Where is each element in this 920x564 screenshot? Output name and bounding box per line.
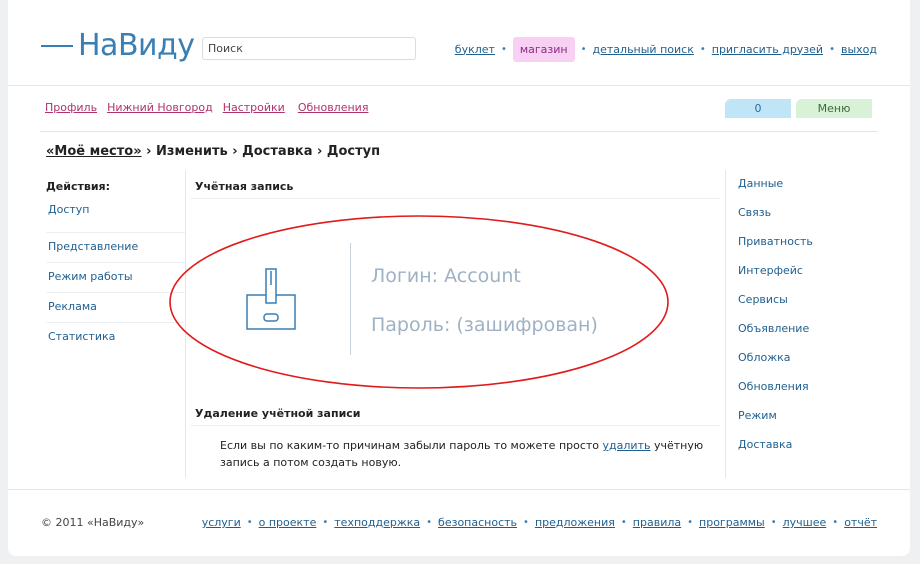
footer-link-programs[interactable]: программы — [699, 516, 765, 529]
logo-text: НаВиду — [78, 28, 195, 63]
nav-logout-link[interactable]: выход — [841, 43, 877, 56]
bullet-icon: • — [246, 517, 253, 528]
top-nav: буклет • магазин • детальный поиск • при… — [455, 36, 877, 62]
bullet-icon: • — [322, 517, 329, 528]
right-item-label: Режим — [738, 409, 777, 422]
actions-title: Действия: — [46, 180, 110, 193]
footer-divider — [8, 489, 910, 490]
right-item-label: Приватность — [738, 235, 813, 248]
subnav-profile-link[interactable]: Профиль — [45, 101, 97, 114]
bullet-icon: • — [770, 517, 777, 528]
bullet-icon: • — [829, 43, 835, 55]
search-input[interactable] — [202, 37, 416, 60]
footer-link-about[interactable]: о проекте — [259, 516, 317, 529]
delete-account-title: Удаление учётной записи — [195, 407, 361, 420]
right-item-label: Объявление — [738, 322, 810, 335]
right-item-mode[interactable]: Режим — [738, 409, 813, 438]
breadcrumb: «Моё место» › Изменить › Доставка › Дост… — [46, 144, 380, 159]
footer-link-best[interactable]: лучшее — [783, 516, 827, 529]
footer-link-services[interactable]: услуги — [202, 516, 241, 529]
footer-link-security[interactable]: безопасность — [438, 516, 517, 529]
right-item-label: Сервисы — [738, 293, 788, 306]
footer-link-report[interactable]: отчёт — [844, 516, 877, 529]
right-item-privacy[interactable]: Приватность — [738, 235, 813, 264]
right-item-cover[interactable]: Обложка — [738, 351, 813, 380]
subnav-divider — [40, 131, 878, 132]
logo-dash-icon — [41, 44, 73, 47]
menu-button[interactable]: Меню — [796, 99, 872, 118]
nav-shop-link[interactable]: магазин — [512, 36, 575, 62]
notification-counter[interactable]: 0 — [725, 99, 791, 118]
bullet-icon: • — [687, 517, 694, 528]
page: НаВиду буклет • магазин • детальный поис… — [8, 0, 910, 556]
nav-invite-friends-link[interactable]: пригласить друзей — [712, 43, 823, 56]
subnav-settings-link[interactable]: Настройки — [223, 101, 285, 114]
nav-booklet-link[interactable]: буклет — [455, 43, 495, 56]
right-column-divider — [725, 170, 726, 478]
sidebar-item-presentation[interactable]: Представление — [46, 233, 186, 263]
highlight-ellipse — [169, 215, 669, 389]
subnav-updates-link[interactable]: Обновления — [298, 101, 369, 114]
header-divider — [8, 85, 910, 86]
right-item-contact[interactable]: Связь — [738, 206, 813, 235]
bullet-icon: • — [580, 43, 587, 55]
right-item-data[interactable]: Данные — [738, 177, 813, 206]
sidebar-item-access[interactable]: Доступ — [46, 203, 186, 233]
sidebar-item-label: Статистика — [48, 330, 116, 343]
delete-text-before: Если вы по каким-то причинам забыли паро… — [220, 439, 603, 452]
right-item-label: Связь — [738, 206, 772, 219]
nav-advanced-search-link[interactable]: детальный поиск — [593, 43, 694, 56]
sidebar-item-label: Представление — [48, 240, 139, 253]
sidebar-item-label: Реклама — [48, 300, 97, 313]
sidebar-item-label: Доступ — [48, 203, 90, 216]
delete-account-text: Если вы по каким-то причинам забыли паро… — [220, 437, 710, 471]
account-title-divider — [190, 198, 720, 199]
account-section-title: Учётная запись — [195, 180, 294, 193]
actions-sidebar: Действия: Доступ Представление Режим раб… — [46, 180, 186, 353]
sidebar-item-work-mode[interactable]: Режим работы — [46, 263, 186, 293]
bullet-icon: • — [699, 43, 706, 55]
bullet-icon: • — [620, 517, 627, 528]
subnav-city-link[interactable]: Нижний Новгород — [107, 101, 213, 114]
footer-link-support[interactable]: техподдержка — [334, 516, 420, 529]
sub-nav: Профиль Нижний Новгород Настройки Обновл… — [45, 101, 368, 114]
logo[interactable]: НаВиду — [41, 28, 195, 63]
bullet-icon: • — [500, 43, 507, 55]
right-item-announcement[interactable]: Объявление — [738, 322, 813, 351]
right-item-label: Обновления — [738, 380, 809, 393]
right-item-label: Данные — [738, 177, 784, 190]
breadcrumb-path: › Изменить › Доставка › Доступ — [141, 144, 381, 159]
settings-sidebar: Данные Связь Приватность Интерфейс Серви… — [738, 177, 813, 467]
right-item-label: Доставка — [738, 438, 793, 451]
footer-nav: услуги • о проекте • техподдержка • безо… — [202, 516, 877, 529]
bullet-icon: • — [523, 517, 529, 528]
right-item-services[interactable]: Сервисы — [738, 293, 813, 322]
right-item-interface[interactable]: Интерфейс — [738, 264, 813, 293]
delete-title-divider — [190, 425, 720, 426]
bullet-icon: • — [426, 517, 433, 528]
footer-link-offers[interactable]: предложения — [535, 516, 615, 529]
right-item-label: Обложка — [738, 351, 791, 364]
copyright: © 2011 «НаВиду» — [41, 516, 145, 529]
sidebar-item-statistics[interactable]: Статистика — [46, 323, 186, 353]
breadcrumb-home-link[interactable]: «Моё место» — [46, 144, 142, 159]
bullet-icon: • — [832, 517, 839, 528]
sidebar-item-ads[interactable]: Реклама — [46, 293, 186, 323]
right-item-delivery[interactable]: Доставка — [738, 438, 813, 467]
right-item-updates[interactable]: Обновления — [738, 380, 813, 409]
sidebar-item-label: Режим работы — [48, 270, 133, 283]
right-item-label: Интерфейс — [738, 264, 803, 277]
delete-link[interactable]: удалить — [603, 439, 651, 452]
footer-link-rules[interactable]: правила — [633, 516, 681, 529]
